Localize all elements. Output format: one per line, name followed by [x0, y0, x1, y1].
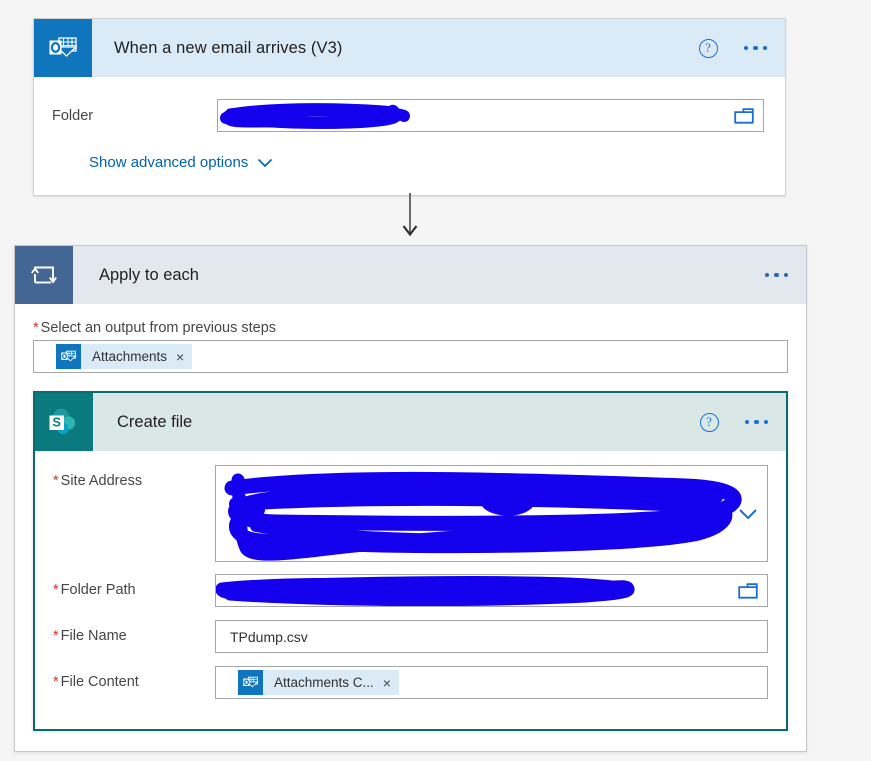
ellipsis-dot — [743, 45, 748, 51]
create-file-title: Create file — [117, 412, 193, 431]
folder-path-row: * Folder Path — [53, 574, 768, 607]
ellipsis-dot — [783, 272, 788, 278]
trigger-card-when-a-new-email-arrives[interactable]: When a new email arrives (V3) ? Folder S… — [33, 18, 786, 196]
outlook-icon — [56, 344, 81, 369]
create-file-header[interactable]: S Create file ? — [35, 393, 786, 451]
required-asterisk: * — [53, 674, 59, 690]
ellipsis-dot — [763, 419, 768, 425]
apply-to-each-card[interactable]: Apply to each * Select an output from pre… — [14, 245, 807, 752]
show-advanced-options-row: Show advanced options — [34, 132, 785, 195]
folder-input[interactable] — [217, 99, 764, 132]
folder-picker-icon[interactable] — [734, 107, 754, 124]
create-file-body: * Site Address * Folder Path * File Name… — [35, 451, 786, 729]
file-content-label-text: File Content — [60, 674, 139, 690]
down-arrow-icon — [402, 193, 418, 237]
svg-text:S: S — [53, 415, 61, 429]
site-address-input[interactable] — [215, 465, 768, 562]
flow-designer-canvas: When a new email arrives (V3) ? Folder S… — [0, 0, 871, 761]
create-file-actions: ? — [699, 393, 773, 451]
outlook-icon — [34, 19, 92, 77]
chevron-down-icon — [258, 158, 273, 167]
site-address-label-text: Site Address — [60, 473, 143, 489]
connector-arrow — [402, 193, 418, 241]
loop-icon-glyph — [31, 266, 57, 284]
show-advanced-options-label: Show advanced options — [89, 154, 249, 171]
file-name-label: * File Name — [53, 620, 215, 644]
folder-path-label: * Folder Path — [53, 574, 215, 598]
folder-picker-icon[interactable] — [738, 582, 758, 599]
ellipsis-dot — [764, 272, 769, 278]
folder-path-input[interactable] — [215, 574, 768, 607]
site-address-row: * Site Address — [53, 465, 768, 562]
redaction-scribble — [216, 576, 635, 606]
file-content-input[interactable]: Attachments C... × — [215, 666, 768, 699]
outlook-icon — [238, 670, 263, 695]
token-attachments[interactable]: Attachments × — [56, 344, 193, 369]
more-options-icon[interactable] — [740, 40, 772, 57]
outlook-icon-glyph — [243, 676, 259, 688]
site-address-label: * Site Address — [53, 465, 215, 489]
folder-field-row: Folder — [34, 77, 785, 132]
token-close-icon[interactable]: × — [383, 676, 391, 690]
apply-to-each-body: * Select an output from previous steps A… — [15, 304, 806, 751]
file-name-field[interactable]: TPdump.csv — [215, 620, 768, 653]
sharepoint-icon-glyph: S — [49, 408, 76, 435]
ellipsis-dot — [774, 272, 779, 278]
required-asterisk: * — [33, 320, 39, 336]
apply-to-each-actions — [761, 246, 793, 304]
token-attachments-content[interactable]: Attachments C... × — [238, 670, 399, 695]
apply-to-each-header[interactable]: Apply to each — [15, 246, 806, 304]
more-options-icon[interactable] — [741, 414, 773, 431]
ellipsis-dot — [754, 419, 759, 425]
folder-path-label-text: Folder Path — [60, 582, 136, 598]
token-label: Attachments — [92, 349, 168, 364]
create-file-card[interactable]: S Create file ? * Site Address * Folder … — [33, 391, 788, 731]
chevron-down-icon[interactable] — [738, 508, 758, 520]
folder-picker-icon-glyph — [738, 582, 758, 599]
folder-path-field[interactable] — [215, 574, 768, 607]
file-name-label-text: File Name — [60, 628, 127, 644]
chevron-down-icon-glyph — [739, 508, 757, 519]
file-name-value: TPdump.csv — [230, 628, 308, 645]
required-asterisk: * — [53, 582, 59, 598]
trigger-card-body: Folder Show advanced options — [34, 77, 785, 195]
redaction-scribble — [224, 471, 742, 561]
file-content-field[interactable]: Attachments C... × — [215, 666, 768, 699]
ellipsis-dot — [744, 419, 749, 425]
trigger-card-header[interactable]: When a new email arrives (V3) ? — [34, 19, 785, 77]
show-advanced-options-button[interactable]: Show advanced options — [89, 154, 273, 171]
trigger-card-actions: ? — [698, 19, 772, 77]
select-output-input[interactable]: Attachments × — [33, 340, 788, 373]
file-name-input[interactable]: TPdump.csv — [215, 620, 768, 653]
folder-field-label: Folder — [52, 107, 94, 124]
loop-icon — [15, 246, 73, 304]
file-name-row: * File Name TPdump.csv — [53, 620, 768, 653]
select-output-label-text: Select an output from previous steps — [40, 320, 277, 336]
more-options-icon[interactable] — [761, 267, 793, 284]
apply-to-each-title: Apply to each — [99, 265, 199, 284]
site-address-field[interactable] — [215, 465, 768, 562]
outlook-icon-glyph — [61, 350, 77, 362]
folder-picker-icon-glyph — [734, 107, 754, 124]
required-asterisk: * — [53, 628, 59, 644]
token-close-icon[interactable]: × — [176, 350, 184, 364]
required-asterisk: * — [53, 473, 59, 489]
file-content-label: * File Content — [53, 666, 215, 690]
redaction-scribble — [220, 103, 410, 129]
help-icon[interactable]: ? — [698, 38, 718, 58]
file-content-row: * File Content Attachments C... × — [53, 666, 768, 699]
token-label: Attachments C... — [274, 675, 374, 690]
select-output-label: * Select an output from previous steps — [33, 320, 788, 336]
sharepoint-icon: S — [35, 393, 93, 451]
trigger-card-title: When a new email arrives (V3) — [114, 38, 343, 57]
ellipsis-dot — [762, 45, 767, 51]
help-icon[interactable]: ? — [699, 412, 719, 432]
outlook-icon-glyph — [49, 37, 78, 57]
ellipsis-dot — [753, 45, 758, 51]
